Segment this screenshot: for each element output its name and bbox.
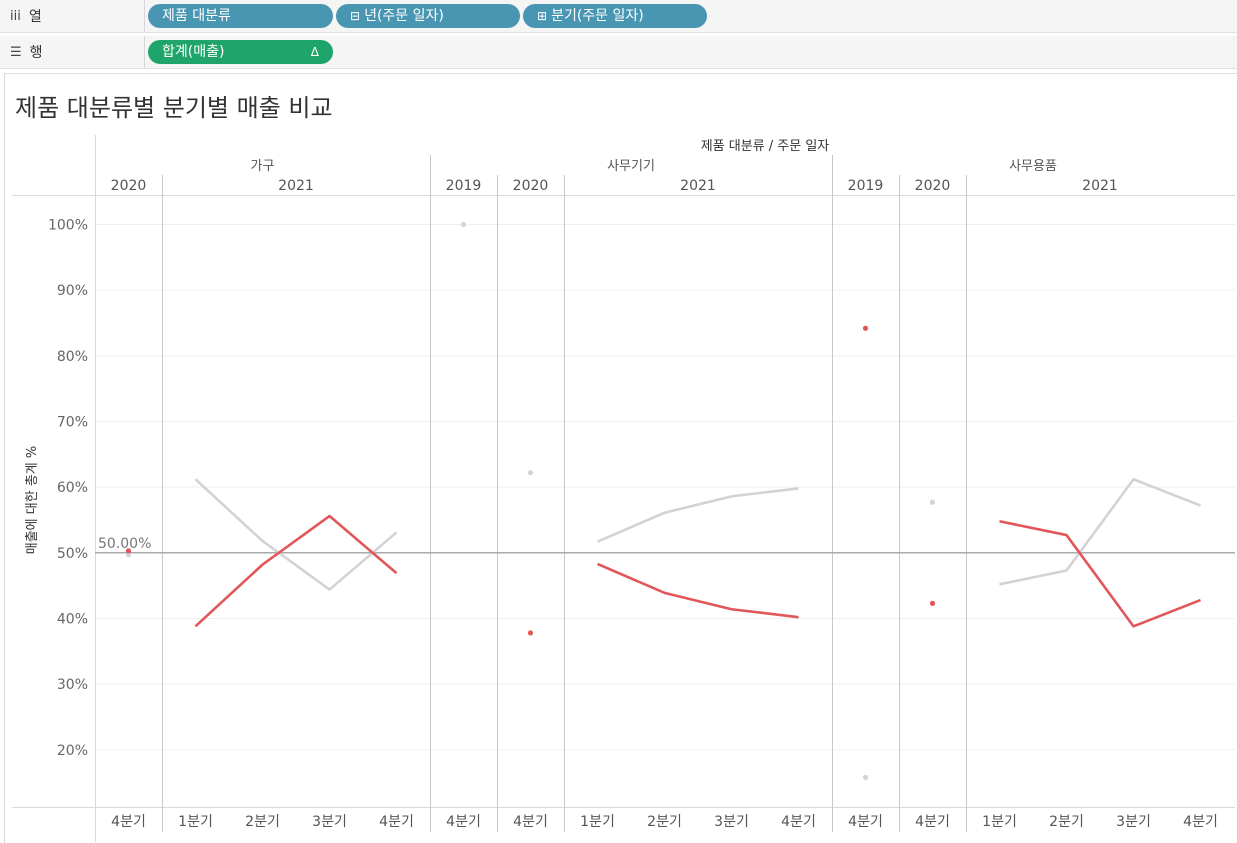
pill-year-order-date[interactable]: ⊟년(주문 일자) <box>336 4 520 28</box>
view-area <box>4 73 1237 843</box>
table-calc-delta-icon: Δ <box>311 40 319 64</box>
sheet-title: 제품 대분류별 분기별 매출 비교 <box>15 88 333 123</box>
rows-shelf[interactable]: ☰ 행 합계(매출) Δ <box>0 36 1237 69</box>
columns-icon: iii <box>10 9 21 24</box>
rows-icon: ☰ <box>10 45 22 60</box>
expand-icon: ⊞ <box>537 9 547 23</box>
pill-quarter-order-date[interactable]: ⊞분기(주문 일자) <box>523 4 707 28</box>
columns-shelf-label: iii 열 <box>0 0 145 32</box>
pill-product-category[interactable]: 제품 대분류 <box>148 4 333 28</box>
pill-sum-sales[interactable]: 합계(매출) Δ <box>148 40 333 64</box>
columns-shelf[interactable]: iii 열 제품 대분류 ⊟년(주문 일자) ⊞분기(주문 일자) <box>0 0 1237 33</box>
rows-shelf-label: ☰ 행 <box>0 36 145 68</box>
collapse-icon: ⊟ <box>350 9 360 23</box>
